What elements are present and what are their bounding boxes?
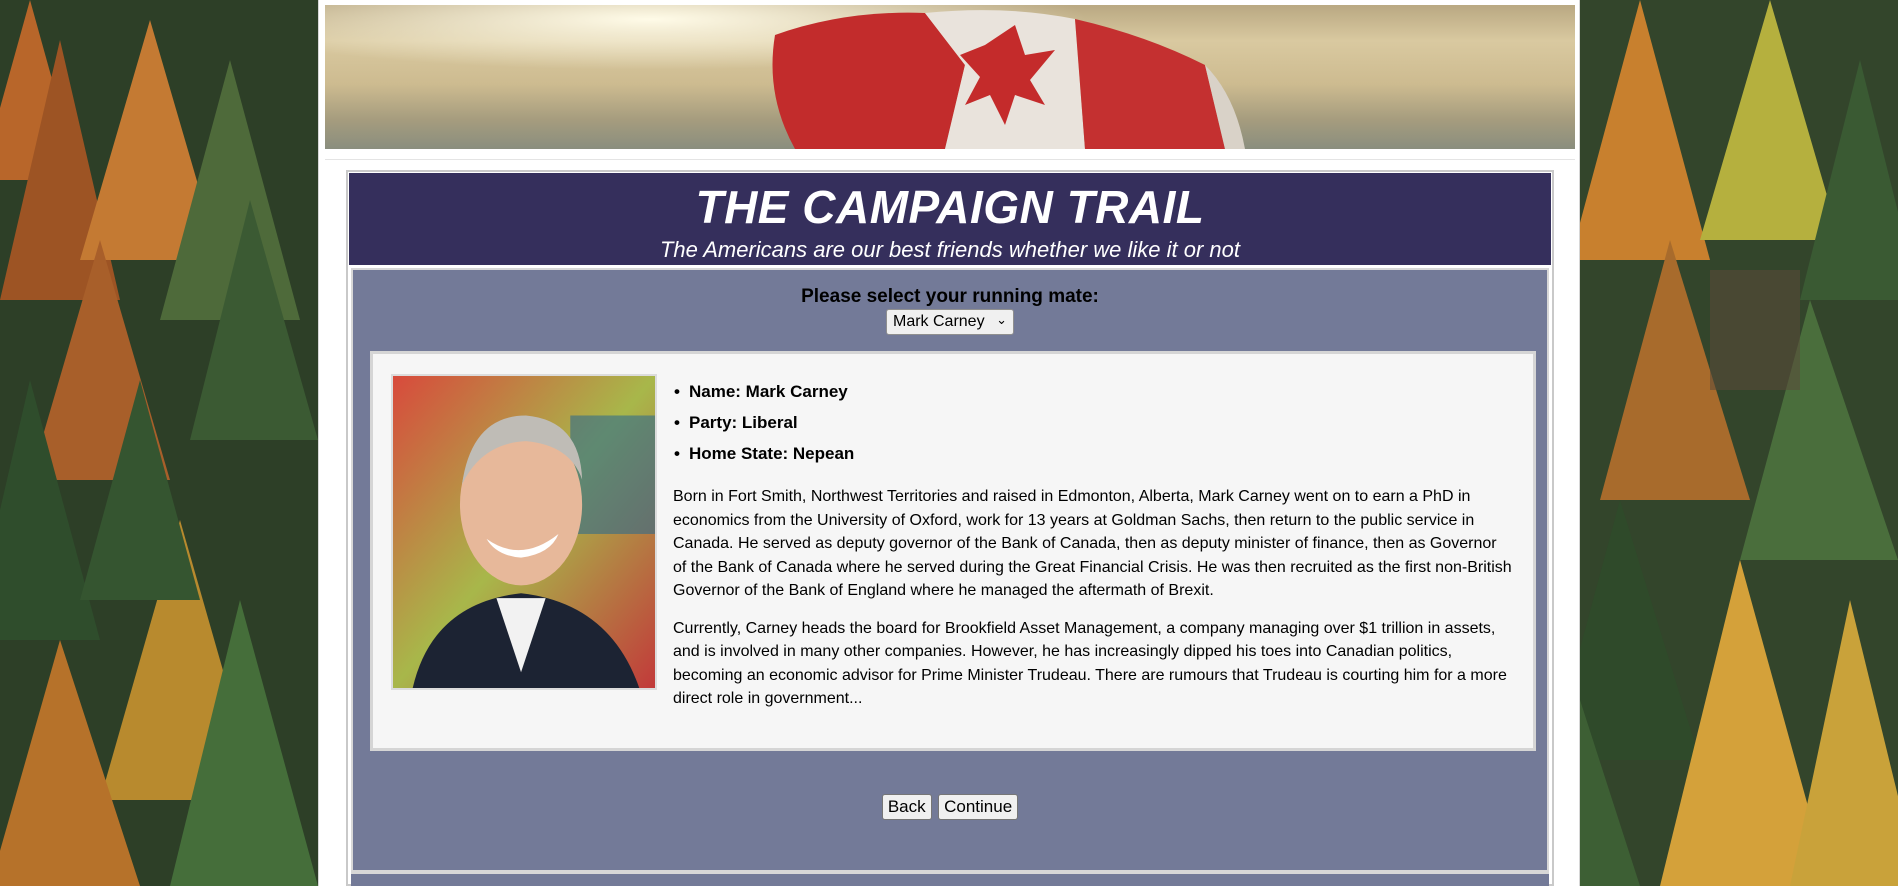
continue-button[interactable]: Continue	[938, 794, 1019, 820]
page-subtitle: The Americans are our best friends wheth…	[659, 237, 1240, 262]
candidate-facts: • Name: Mark Carney • Party: Liberal • Home…	[673, 382, 854, 475]
page-title: THE CAMPAIGN TRAIL	[695, 181, 1205, 233]
bio-paragraph: Born in Fort Smith, Northwest Territorie…	[673, 488, 1512, 599]
navigation-buttons: Back Continue	[353, 794, 1547, 820]
page-container: THE CAMPAIGN TRAIL The Americans are our…	[318, 0, 1580, 886]
banner-image	[325, 5, 1575, 149]
background-forest-right	[1580, 0, 1898, 886]
running-mate-select[interactable]: Mark Carney ⌄	[886, 309, 1014, 335]
bio-paragraph: Currently, Carney heads the board for Br…	[673, 619, 1507, 708]
selection-panel: Please select your running mate: Mark Ca…	[351, 268, 1549, 872]
fact-party: • Party: Liberal	[674, 413, 798, 432]
background-forest-left	[0, 0, 318, 886]
running-mate-label: Please select your running mate:	[801, 286, 1099, 307]
running-mate-selected-value: Mark Carney	[893, 313, 985, 330]
back-button[interactable]: Back	[881, 794, 932, 820]
candidate-photo	[391, 374, 657, 690]
fact-home-state: • Home State: Nepean	[674, 444, 855, 463]
fact-name: • Name: Mark Carney	[674, 382, 848, 401]
divider	[325, 159, 1575, 160]
candidate-bio: Born in Fort Smith, Northwest Territorie…	[673, 485, 1513, 725]
game-window: THE CAMPAIGN TRAIL The Americans are our…	[346, 170, 1554, 886]
candidate-card: • Name: Mark Carney • Party: Liberal • Home…	[370, 351, 1536, 751]
game-header: THE CAMPAIGN TRAIL The Americans are our…	[349, 173, 1551, 265]
footer-strip	[351, 872, 1549, 886]
chevron-down-icon: ⌄	[996, 312, 1007, 327]
